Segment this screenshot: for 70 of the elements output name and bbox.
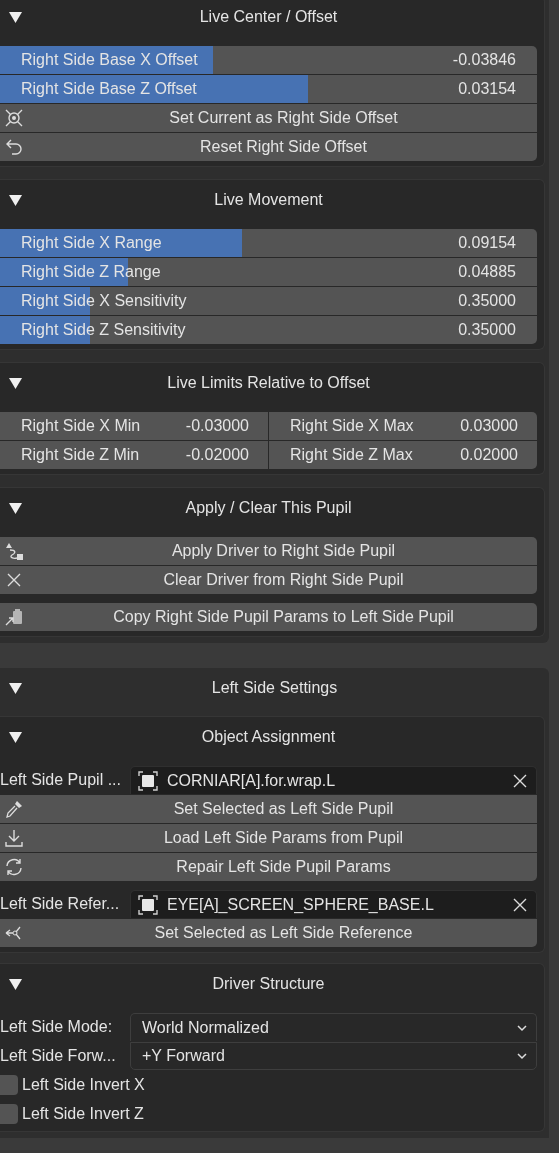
collapse-triangle-icon[interactable] [9,11,22,23]
slider-field[interactable]: Right Side Base X Offset -0.03846 [0,46,537,74]
field-value: -0.02000 [185,446,249,464]
chevron-icon [516,1050,528,1062]
collapse-triangle-icon[interactable] [9,194,22,206]
object-icon [137,893,159,916]
slider-value: 0.35000 [458,292,516,310]
field-label: Left Side Mode: [0,1018,114,1036]
collapse-triangle-icon[interactable] [9,377,22,389]
slider-value: 0.35000 [458,321,516,339]
section-title[interactable]: Left Side Settings [28,679,521,697]
collapse-triangle-icon[interactable] [9,502,22,514]
panel-title[interactable]: Apply / Clear This Pupil [28,499,509,517]
slider-label: Right Side Base Z Offset [21,80,197,98]
slider-field[interactable]: Right Side X Range 0.09154 [0,229,537,257]
dropdown[interactable]: +Y Forward [130,1042,537,1070]
action-button[interactable]: Copy Right Side Pupil Params to Left Side Pupil [0,603,537,631]
slider-value: -0.03846 [452,51,516,69]
slider-value: 0.03154 [458,80,516,98]
number-field[interactable]: Right Side X Min -0.03000 [0,412,268,440]
field-label: Left Side Pupil ... [0,771,122,789]
target-icon [4,108,24,128]
slider-value: 0.09154 [458,234,516,252]
collapse-triangle-icon[interactable] [9,682,22,694]
panel-title[interactable]: Driver Structure [28,975,509,993]
number-field[interactable]: Right Side Z Max 0.02000 [269,441,537,469]
panel-title[interactable]: Live Limits Relative to Offset [28,374,509,392]
number-field[interactable]: Right Side Z Min -0.02000 [0,441,268,469]
field-label: Right Side Z Min [21,446,140,464]
collapse-triangle-icon[interactable] [9,978,22,990]
collapse-triangle-icon[interactable] [9,731,22,743]
slider-label: Right Side X Range [21,234,162,252]
checkbox-label: Left Side Invert Z [22,1105,144,1123]
undo-icon [4,137,24,157]
field-label: Left Side Refer... [0,895,121,913]
object-field[interactable]: EYE[A]_SCREEN_SPHERE_BASE.L [130,890,537,918]
field-value: 0.02000 [460,446,518,464]
object-icon [137,769,159,792]
field-label: Right Side Z Max [290,446,413,464]
download-icon [4,828,24,848]
action-button[interactable]: Set Selected as Left Side Reference [0,919,537,947]
action-button[interactable]: Load Left Side Params from Pupil [0,824,537,852]
slider-value: 0.04885 [458,263,516,281]
clear-icon[interactable] [512,772,528,789]
action-button[interactable]: Clear Driver from Right Side Pupil [0,566,537,594]
panel-title[interactable]: Live Movement [28,191,509,209]
slider-field[interactable]: Right Side Base Z Offset 0.03154 [0,75,537,103]
curve-icon [4,541,24,561]
field-value: 0.03000 [460,417,518,435]
panel-title[interactable]: Object Assignment [28,728,509,746]
object-field[interactable]: CORNIAR[A].for.wrap.L [130,766,537,794]
action-button[interactable]: Apply Driver to Right Side Pupil [0,537,537,565]
dropdown[interactable]: World Normalized [130,1013,537,1041]
clear-icon[interactable] [512,896,528,913]
action-button[interactable]: Repair Left Side Pupil Params [0,853,537,881]
action-button[interactable]: Reset Right Side Offset [0,133,537,161]
number-field[interactable]: Right Side X Max 0.03000 [269,412,537,440]
field-label: Right Side X Max [290,417,414,435]
slider-label: Right Side Base X Offset [21,51,198,69]
clipboard-icon [4,607,24,627]
panel-title[interactable]: Live Center / Offset [28,8,509,26]
refresh-icon [4,857,24,877]
action-button[interactable]: Set Current as Right Side Offset [0,104,537,132]
field-value: -0.03000 [185,417,249,435]
field-label: Left Side Forw... [0,1047,117,1065]
checkbox[interactable] [0,1075,18,1095]
checkbox[interactable] [0,1104,18,1124]
checkbox-label: Left Side Invert X [22,1076,145,1094]
field-label: Right Side X Min [21,417,141,435]
action-button[interactable]: Set Selected as Left Side Pupil [0,795,537,823]
